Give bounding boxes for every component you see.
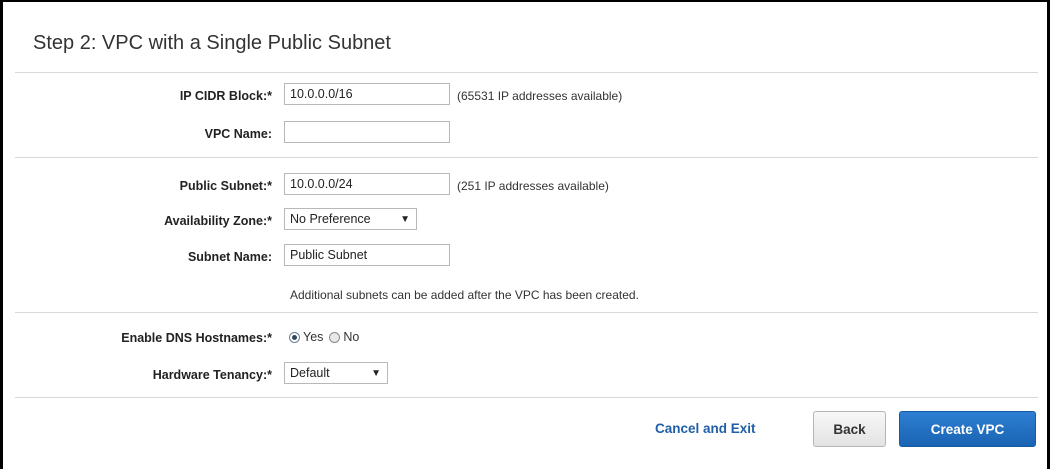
vpc-name-input[interactable] [284,121,450,143]
section-divider [15,72,1038,73]
vpc-name-label: VPC Name: [204,127,272,141]
public-subnet-label: Public Subnet:* [179,179,272,193]
dns-yes-radio[interactable] [289,331,300,343]
section-divider [15,157,1038,158]
hardware-tenancy-select[interactable]: Default ▼ [284,362,388,384]
availability-zone-select[interactable]: No Preference ▼ [284,208,417,230]
cidr-input[interactable] [284,83,450,105]
dns-hostnames-radio-group: Yes No [289,330,365,344]
dns-no-label[interactable]: No [343,330,359,344]
cidr-hint: (65531 IP addresses available) [457,89,623,103]
section-divider [15,312,1038,313]
chevron-down-icon: ▼ [371,368,381,379]
create-vpc-button[interactable]: Create VPC [899,411,1036,447]
dns-hostnames-label: Enable DNS Hostnames:* [121,331,272,345]
chevron-down-icon: ▼ [400,214,410,225]
wizard-panel: Step 2: VPC with a Single Public Subnet … [0,0,1050,469]
hardware-tenancy-label: Hardware Tenancy:* [152,368,272,382]
hardware-tenancy-value: Default [290,366,330,380]
cidr-label: IP CIDR Block:* [179,89,272,103]
subnet-name-input[interactable] [284,244,450,266]
dns-yes-label[interactable]: Yes [303,330,323,344]
availability-zone-label: Availability Zone:* [164,214,272,228]
public-subnet-hint: (251 IP addresses available) [457,179,609,193]
subnet-note: Additional subnets can be added after th… [290,288,639,302]
availability-zone-value: No Preference [290,212,371,226]
dns-no-radio[interactable] [329,331,341,343]
back-button[interactable]: Back [813,411,886,447]
section-divider [15,397,1038,398]
subnet-name-label: Subnet Name: [187,250,272,264]
cancel-and-exit-link[interactable]: Cancel and Exit [655,421,756,436]
page-title: Step 2: VPC with a Single Public Subnet [33,32,391,54]
public-subnet-input[interactable] [284,173,450,195]
